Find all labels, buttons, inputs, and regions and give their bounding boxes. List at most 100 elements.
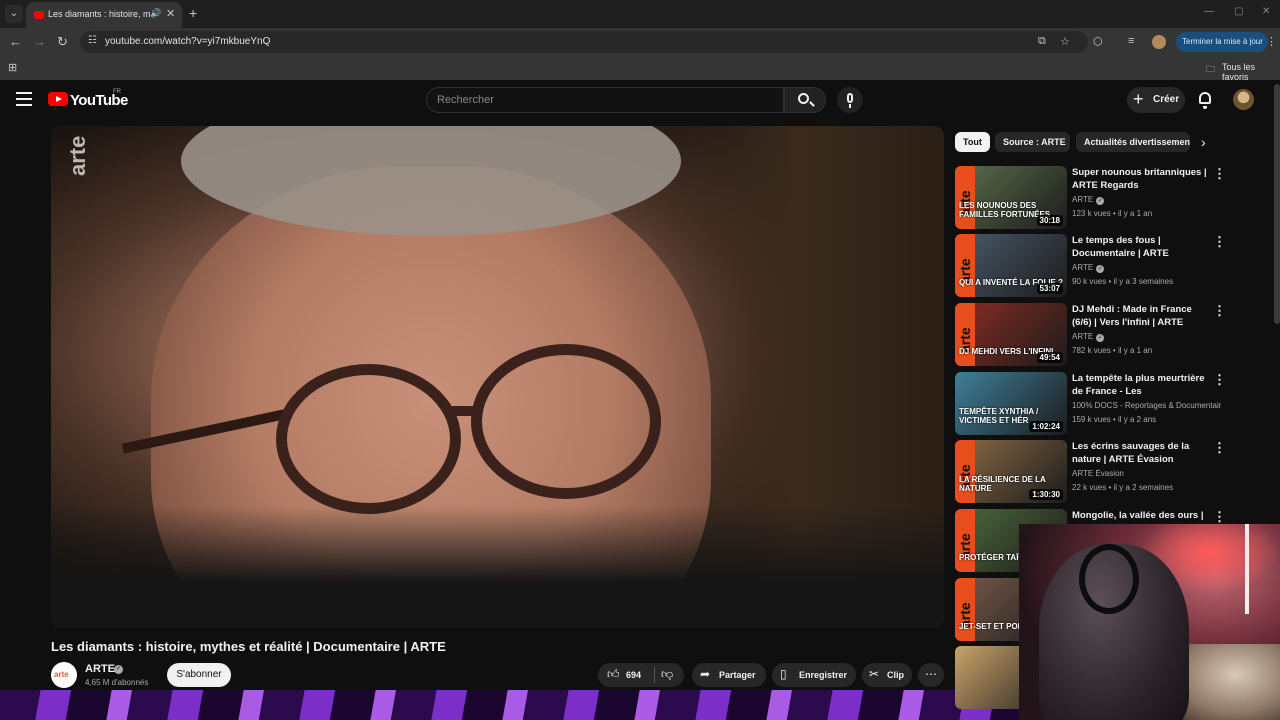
save-button[interactable]: ▯ Enregistrer — [772, 663, 856, 687]
window-close-icon[interactable]: ✕ — [1262, 6, 1270, 17]
recommendation-thumbnail[interactable]: arte DJ MEHDI VERS L'INFINI 49:54 — [955, 303, 1067, 366]
address-bar[interactable]: ☷ youtube.com/watch?v=yi7mkbueYnQ ⧉ ☆ — [80, 31, 1088, 53]
recommendation-item[interactable]: arte LES NOUNOUS DES FAMILLES FORTUNÉES 30… — [955, 166, 1235, 232]
chip-all[interactable]: Tout — [955, 132, 990, 152]
recommendation-title[interactable]: La tempête la plus meurtrière de France … — [1072, 372, 1212, 398]
recommendation-channel[interactable]: ARTE ✓ — [1072, 332, 1222, 342]
profile-avatar-icon[interactable] — [1152, 35, 1166, 49]
youtube-favicon-icon — [34, 11, 44, 19]
create-label: Créer — [1153, 94, 1180, 105]
active-tab[interactable]: Les diamants : histoire, myth 🔊 ✕ — [26, 2, 182, 28]
more-options-icon[interactable]: ⋮ — [1213, 509, 1226, 525]
tab-audio-icon[interactable]: 🔊 — [150, 8, 161, 19]
recommendation-title[interactable]: Super nounous britanniques | ARTE Regard… — [1072, 166, 1212, 192]
recommendation-thumbnail[interactable]: arte LA RÉSILIENCE DE LA NATURE 1:30:30 — [955, 440, 1067, 503]
menu-icon[interactable] — [16, 92, 32, 106]
recommendation-channel[interactable]: 100% DOCS - Reportages & Documentair... — [1072, 401, 1222, 410]
recommendation-title[interactable]: DJ Mehdi : Made in France (6/6) | Vers l… — [1072, 303, 1212, 329]
dislike-thumb-icon[interactable]: 👎︎ — [661, 667, 673, 682]
all-bookmarks-link[interactable]: Tous les favoris — [1222, 62, 1280, 82]
tab-search-icon[interactable]: ⌄ — [5, 5, 23, 23]
more-options-icon[interactable]: ⋮ — [1213, 440, 1226, 456]
like-count[interactable]: 694 — [626, 670, 641, 680]
recommendation-item[interactable]: TEMPÊTE XYNTHIA / VICTIMES ET HÉR 1:02:24… — [955, 372, 1235, 438]
reading-list-icon[interactable]: ≡ — [1128, 35, 1134, 47]
recommendation-meta: 22 k vues • il y a 2 semaines — [1072, 483, 1174, 492]
account-avatar[interactable] — [1233, 89, 1254, 110]
more-actions-icon[interactable]: ⋯ — [918, 663, 944, 687]
back-icon[interactable]: ← — [9, 34, 22, 49]
verified-check-icon: ✓ — [1096, 265, 1105, 273]
recommendation-meta: 159 k vues • il y a 2 ans — [1072, 415, 1157, 424]
arte-logo-icon: arte — [955, 166, 975, 229]
search-input[interactable]: Rechercher — [426, 87, 784, 113]
like-thumb-icon[interactable]: 👍︎ — [607, 667, 620, 682]
recommendation-channel[interactable]: ARTE ✓ — [1072, 263, 1222, 273]
like-divider — [654, 667, 655, 683]
verified-check-icon: ✓ — [114, 665, 123, 674]
cast-icon[interactable]: ⧉ — [1038, 35, 1046, 48]
share-label: Partager — [719, 670, 756, 680]
video-frame-glasses-right — [471, 344, 661, 499]
search-button[interactable] — [784, 87, 826, 113]
channel-avatar[interactable]: arte — [51, 662, 77, 688]
tab-close-icon[interactable]: ✕ — [166, 7, 175, 20]
new-tab-icon[interactable]: + — [189, 5, 197, 21]
site-info-icon[interactable]: ☷ — [88, 35, 97, 46]
recommendation-channel-name: ARTE — [1072, 332, 1094, 341]
share-button[interactable]: ➦ Partager — [692, 663, 766, 687]
video-player[interactable]: arte — [51, 126, 944, 628]
create-button[interactable]: + Créer — [1127, 87, 1185, 113]
channel-logo-text: arte — [54, 670, 69, 679]
page-scrollbar[interactable] — [1274, 84, 1280, 324]
recommendation-item[interactable]: arte DJ MEHDI VERS L'INFINI 49:54 DJ Mehdi … — [955, 303, 1235, 369]
youtube-logo-icon[interactable] — [48, 92, 68, 106]
more-options-icon[interactable]: ⋮ — [1213, 234, 1226, 250]
webcam-light-bar — [1245, 524, 1249, 614]
save-label: Enregistrer — [799, 670, 848, 680]
recommendation-channel[interactable]: ARTE ✓ — [1072, 195, 1222, 205]
bookmark-star-icon[interactable]: ☆ — [1060, 35, 1070, 48]
channel-name[interactable]: ARTE — [85, 663, 115, 675]
recommendation-item[interactable]: arte QUI A INVENTÉ LA FOLIE ? 53:07 Le temp… — [955, 234, 1235, 300]
reload-icon[interactable]: ↻ — [57, 34, 68, 50]
forward-icon[interactable]: → — [33, 34, 46, 49]
tab-title: Les diamants : histoire, myth — [48, 9, 150, 19]
recommendation-title[interactable]: Mongolie, la vallée des ours | — [1072, 509, 1212, 522]
maximize-icon[interactable]: ▢ — [1234, 6, 1243, 17]
country-code: FR — [113, 89, 121, 95]
more-options-icon[interactable]: ⋮ — [1213, 166, 1226, 182]
recommendation-channel-name: ARTE — [1072, 263, 1094, 272]
more-options-icon[interactable]: ⋮ — [1213, 372, 1226, 388]
minimize-icon[interactable]: — — [1204, 6, 1214, 17]
folder-icon: 🗀 — [1206, 64, 1216, 74]
recommendation-thumbnail[interactable]: arte QUI A INVENTÉ LA FOLIE ? 53:07 — [955, 234, 1067, 297]
subscribe-button[interactable]: S'abonner — [167, 663, 231, 687]
apps-grid-icon[interactable]: ⊞ — [8, 61, 17, 74]
more-options-icon[interactable]: ⋮ — [1213, 303, 1226, 319]
video-duration: 1:30:30 — [1029, 489, 1063, 500]
recommendation-channel[interactable]: ARTE Évasion — [1072, 469, 1222, 478]
recommendation-item[interactable]: arte LA RÉSILIENCE DE LA NATURE 1:30:30 Les… — [955, 440, 1235, 506]
url-text[interactable]: youtube.com/watch?v=yi7mkbueYnQ — [105, 36, 270, 47]
video-duration: 30:18 — [1036, 215, 1063, 226]
recommendation-thumbnail[interactable]: TEMPÊTE XYNTHIA / VICTIMES ET HÉR 1:02:24 — [955, 372, 1067, 435]
recommendation-title[interactable]: Les écrins sauvages de la nature | ARTE … — [1072, 440, 1212, 466]
browser-tab-strip: ⌄ Les diamants : histoire, myth 🔊 ✕ + — … — [0, 0, 1280, 28]
browser-menu-icon[interactable]: ⋮ — [1266, 35, 1277, 48]
chip-source-arte[interactable]: Source : ARTE — [995, 132, 1070, 152]
extensions-icon[interactable]: ⬡ — [1093, 35, 1103, 48]
chevron-right-icon[interactable]: › — [1201, 134, 1206, 150]
notifications-bell-icon[interactable] — [1199, 92, 1211, 109]
chip-entertainment-news[interactable]: Actualités divertissement — [1076, 132, 1190, 152]
search-icon — [798, 93, 809, 104]
recommendation-channel-name: 100% DOCS - Reportages & Documentair... — [1072, 401, 1222, 410]
update-button[interactable]: Terminer la mise à jour — [1176, 32, 1268, 52]
recommendation-title[interactable]: Le temps des fous | Documentaire | ARTE — [1072, 234, 1212, 260]
arte-logo-icon: arte — [955, 509, 975, 572]
recommendation-thumbnail[interactable]: arte LES NOUNOUS DES FAMILLES FORTUNÉES 30… — [955, 166, 1067, 229]
recommendation-meta: 782 k vues • il y a 1 an — [1072, 346, 1153, 355]
voice-search-button[interactable] — [837, 87, 863, 113]
clip-button[interactable]: ✂ Clip — [862, 663, 912, 687]
video-duration: 49:54 — [1036, 352, 1063, 363]
